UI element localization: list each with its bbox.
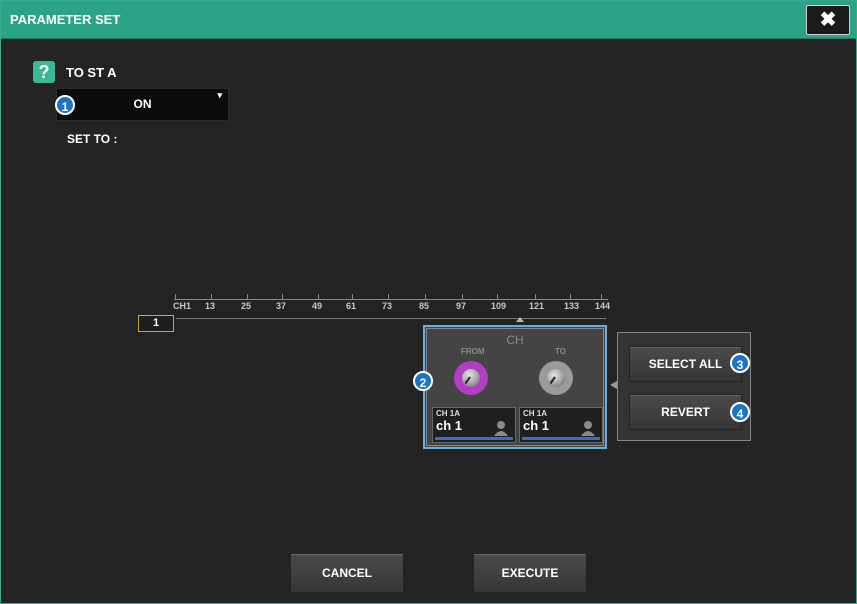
- channel-scale-line: [174, 299, 608, 300]
- scale-label: 37: [276, 301, 287, 311]
- scale-label: CH1: [173, 301, 192, 311]
- panel-pointer-icon: [610, 381, 617, 389]
- close-button[interactable]: ✖: [806, 5, 850, 35]
- from-channel-name: ch 1: [436, 418, 463, 433]
- scale-label: 85: [419, 301, 430, 311]
- from-label: FROM: [461, 347, 485, 356]
- help-icon[interactable]: ?: [33, 61, 55, 83]
- scale-tick: [211, 294, 212, 299]
- to-channel-id: CH 1A: [523, 409, 548, 418]
- scale-tick: [601, 294, 602, 299]
- scale-label: 97: [456, 301, 467, 311]
- parameter-set-dialog: PARAMETER SET ✖ ? TO ST A ON ▾ 1 SET TO …: [0, 0, 857, 604]
- scale-tick: [425, 294, 426, 299]
- set-to-label: SET TO :: [67, 132, 118, 146]
- window-title: PARAMETER SET: [10, 12, 121, 27]
- scale-label: 133: [564, 301, 580, 311]
- to-st-label: TO ST A: [66, 65, 117, 80]
- scale-label: 144: [595, 301, 611, 311]
- callout-badge-4: 4: [730, 402, 750, 422]
- title-bar: PARAMETER SET ✖: [1, 1, 856, 39]
- person-icon: [494, 421, 508, 436]
- scale-tick: [462, 294, 463, 299]
- scale-label: 49: [312, 301, 323, 311]
- knob-dial-icon: [462, 369, 480, 387]
- close-icon: ✖: [819, 9, 837, 31]
- scale-tick: [535, 294, 536, 299]
- to-knob[interactable]: [539, 361, 573, 395]
- scale-tick: [175, 294, 176, 299]
- scale-tick: [352, 294, 353, 299]
- scale-label: 61: [346, 301, 357, 311]
- scale-tick: [497, 294, 498, 299]
- execute-button[interactable]: EXECUTE: [473, 553, 587, 593]
- channel-color-bar: [435, 437, 513, 440]
- knob-dial-icon: [547, 369, 565, 387]
- callout-badge-3: 3: [730, 353, 750, 373]
- to-st-dropdown[interactable]: ON ▾: [56, 88, 229, 121]
- scale-tick: [282, 294, 283, 299]
- to-label: TO: [555, 347, 566, 356]
- scale-tick: [570, 294, 571, 299]
- scale-label: 109: [491, 301, 507, 311]
- channel-copy-panel[interactable]: CH FROM TO CH 1A ch 1 CH 1A ch 1: [423, 325, 607, 449]
- scale-tick: [247, 294, 248, 299]
- scale-label: 73: [382, 301, 393, 311]
- scale-tick: [388, 294, 389, 299]
- scale-label: 13: [205, 301, 216, 311]
- channel-position-marker: [516, 317, 524, 322]
- from-knob[interactable]: [454, 361, 488, 395]
- channel-range-line: [176, 318, 606, 319]
- cancel-button[interactable]: CANCEL: [290, 553, 404, 593]
- callout-badge-2: 2: [413, 371, 433, 391]
- from-channel-id: CH 1A: [436, 409, 461, 418]
- callout-badge-1: 1: [55, 95, 75, 115]
- channel-color-bar: [522, 437, 600, 440]
- chevron-down-icon: ▾: [217, 90, 222, 100]
- to-channel-name: ch 1: [523, 418, 550, 433]
- revert-button[interactable]: REVERT: [629, 394, 742, 430]
- scale-tick: [318, 294, 319, 299]
- scale-label: 121: [529, 301, 545, 311]
- to-channel-cell[interactable]: CH 1A ch 1: [519, 407, 603, 443]
- ch-panel-title: CH: [506, 333, 524, 347]
- from-channel-cell[interactable]: CH 1A ch 1: [432, 407, 516, 443]
- dropdown-value: ON: [133, 97, 152, 111]
- channel-number-box[interactable]: 1: [138, 315, 174, 332]
- person-icon: [581, 421, 595, 436]
- select-all-button[interactable]: SELECT ALL: [629, 346, 742, 382]
- scale-label: 25: [241, 301, 252, 311]
